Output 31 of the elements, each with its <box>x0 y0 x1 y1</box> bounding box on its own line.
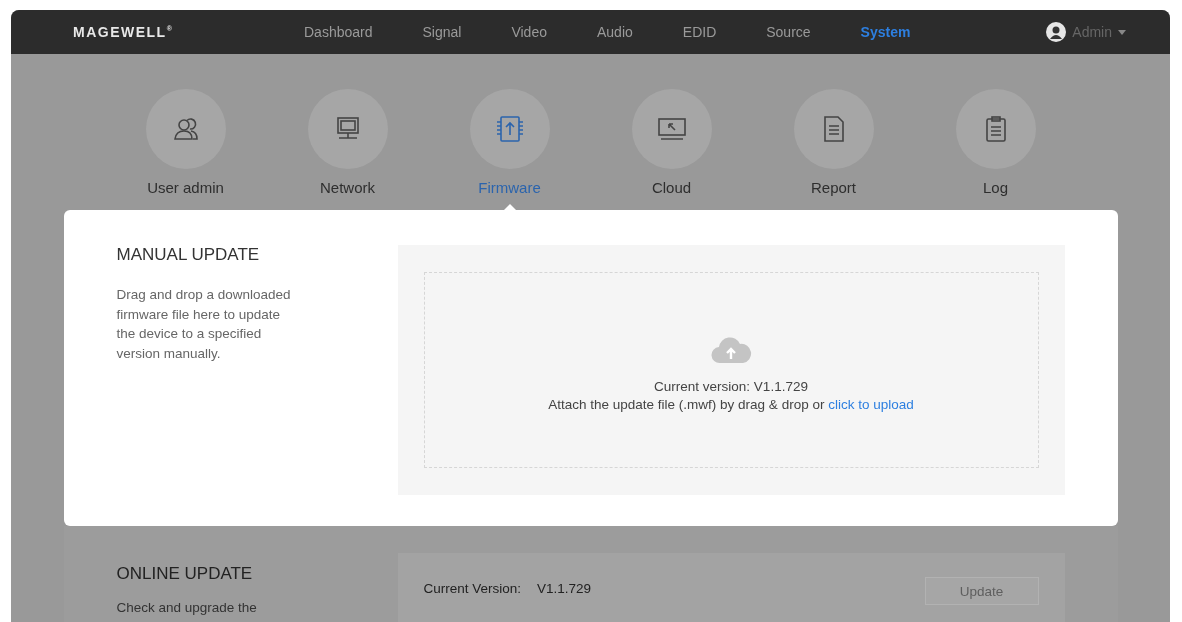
section-title: MANUAL UPDATE <box>116 245 261 265</box>
nav-tab[interactable]: Dashboard <box>279 24 398 40</box>
nav-tab[interactable]: Audio <box>572 24 658 40</box>
category-label[interactable]: Report <box>811 179 856 196</box>
logo[interactable]: MAGEWELL$^{®}$ <box>73 24 233 40</box>
document-icon <box>821 115 846 143</box>
drop-zone[interactable]: Current version: V1.1.729 Attach the update file (.mwf) by drag & drop or click to upload <box>423 272 1039 468</box>
clipboard-icon <box>983 115 1008 143</box>
category-label[interactable]: User admin <box>147 179 224 196</box>
section-description: Check and upgrade the <box>116 599 258 617</box>
cloud-upload-icon <box>710 336 752 364</box>
upload-link[interactable]: click to upload <box>828 397 914 412</box>
section-description: Drag and drop a downloaded firmware file here to update the device to a specified version manually. <box>116 286 292 363</box>
nav-tab[interactable]: Signal <box>397 24 487 40</box>
version-value: V1.1.729 <box>537 581 592 596</box>
chip-upload-icon <box>494 114 525 144</box>
nav-tab[interactable]: EDID <box>657 24 742 40</box>
screen-arrow-icon <box>656 115 687 143</box>
avatar-icon[interactable] <box>1046 22 1067 42</box>
version-label: Current Version: <box>423 581 522 596</box>
users-icon <box>171 115 200 143</box>
category-label[interactable]: Log <box>983 179 1008 196</box>
nav-tab[interactable]: System <box>835 24 936 40</box>
nav-tab[interactable]: Video <box>486 24 572 40</box>
upload-instruction: Attach the update file (.mwf) by drag & drop or click to upload <box>548 397 914 412</box>
current-version-text: Current version: V1.1.729 <box>654 379 808 394</box>
nav-tab[interactable]: Source <box>741 24 836 40</box>
category-label[interactable]: Network <box>320 179 375 196</box>
caret-icon[interactable] <box>1118 29 1126 35</box>
category-label[interactable]: Cloud <box>651 179 692 196</box>
section-title: ONLINE UPDATE <box>116 564 254 584</box>
